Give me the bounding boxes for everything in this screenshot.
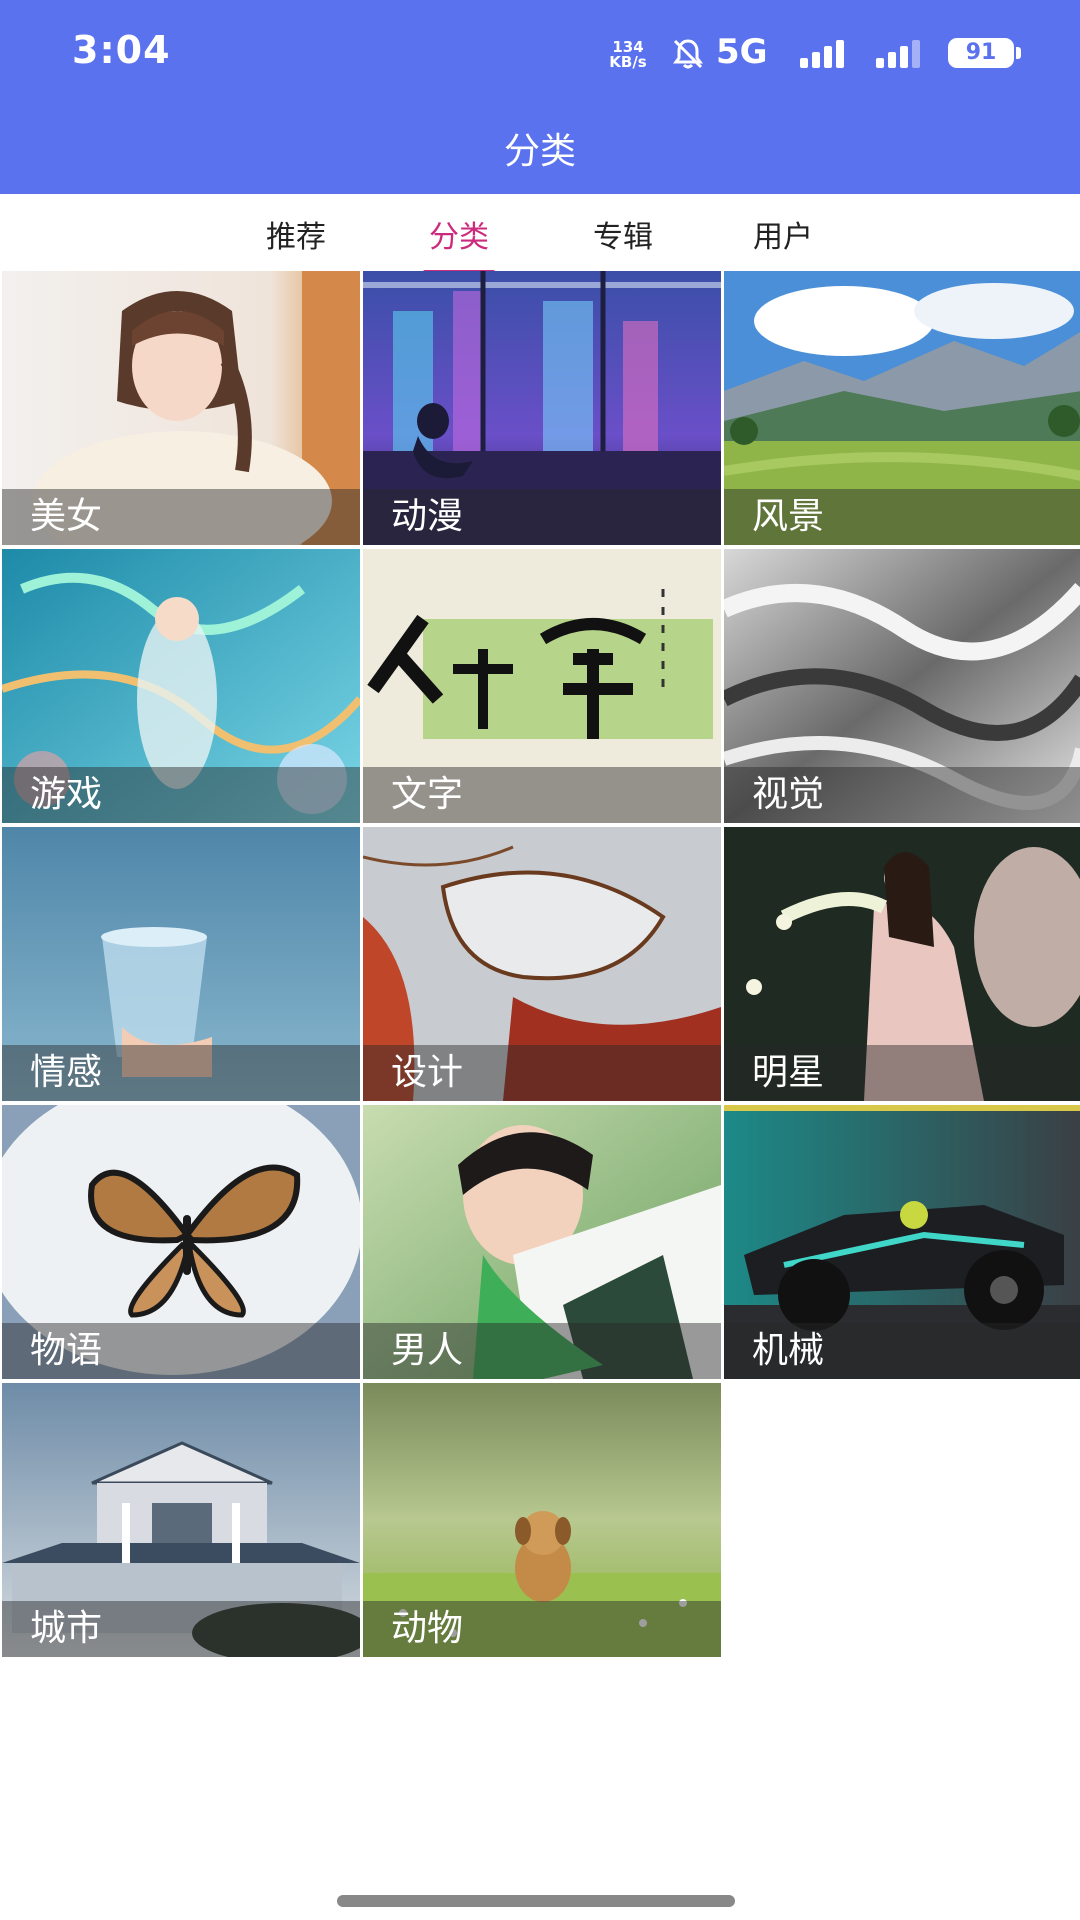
category-label: 游戏 — [30, 774, 103, 815]
category-label: 明星 — [752, 1052, 825, 1093]
caption-bar: 美女 — [2, 489, 360, 545]
caption-bar: 动物 — [363, 1601, 721, 1657]
battery-icon: 91 — [948, 38, 1014, 68]
category-tile[interactable]: 风景 — [724, 271, 1080, 545]
category-tile[interactable]: 游戏 — [2, 549, 360, 823]
category-tile[interactable]: 物语 — [2, 1105, 360, 1379]
category-tile[interactable]: 机械 — [724, 1105, 1080, 1379]
category-tile[interactable]: 明星 — [724, 827, 1080, 1101]
home-indicator[interactable] — [337, 1895, 735, 1907]
category-tile[interactable]: 情感 — [2, 827, 360, 1101]
tab-label: 分类 — [429, 220, 489, 255]
signal-icon — [800, 40, 844, 68]
category-label: 动物 — [391, 1608, 464, 1649]
tab-label: 推荐 — [266, 220, 326, 255]
caption-bar: 明星 — [724, 1045, 1080, 1101]
category-label: 物语 — [30, 1330, 103, 1371]
category-tile[interactable]: 文字 — [363, 549, 721, 823]
category-label: 设计 — [391, 1052, 464, 1093]
tab-user[interactable]: 用户 — [743, 212, 823, 272]
tab-recommend[interactable]: 推荐 — [256, 212, 336, 272]
category-tile[interactable]: 男人 — [363, 1105, 721, 1379]
caption-bar: 游戏 — [2, 767, 360, 823]
network-type: 5G — [716, 32, 768, 72]
caption-bar: 文字 — [363, 767, 721, 823]
battery-level: 91 — [965, 40, 997, 65]
network-speed-unit: KB/s — [609, 53, 647, 71]
caption-bar: 男人 — [363, 1323, 721, 1379]
category-label: 男人 — [391, 1330, 464, 1371]
caption-bar: 物语 — [2, 1323, 360, 1379]
caption-bar: 动漫 — [363, 489, 721, 545]
network-speed: 134 KB/s — [602, 40, 654, 70]
category-tile[interactable]: 动漫 — [363, 271, 721, 545]
bell-muted-icon — [673, 39, 703, 69]
caption-bar: 城市 — [2, 1601, 360, 1657]
category-label: 文字 — [391, 774, 464, 815]
category-tile[interactable]: 城市 — [2, 1383, 360, 1657]
page-title: 分类 — [503, 131, 576, 172]
category-label: 情感 — [30, 1052, 103, 1093]
category-tile[interactable]: 设计 — [363, 827, 721, 1101]
category-label: 视觉 — [752, 774, 825, 815]
tab-album[interactable]: 专辑 — [583, 212, 663, 272]
category-tile[interactable]: 动物 — [363, 1383, 721, 1657]
category-label: 动漫 — [391, 496, 464, 537]
caption-bar: 情感 — [2, 1045, 360, 1101]
caption-bar: 机械 — [724, 1323, 1080, 1379]
battery-tip — [1016, 47, 1021, 59]
category-label: 美女 — [30, 496, 103, 537]
caption-bar: 风景 — [724, 489, 1080, 545]
category-tile[interactable]: 视觉 — [724, 549, 1080, 823]
category-tile[interactable]: 美女 — [2, 271, 360, 545]
category-label: 风景 — [752, 496, 825, 537]
tab-category[interactable]: 分类 — [419, 212, 499, 274]
caption-bar: 视觉 — [724, 767, 1080, 823]
status-time: 3:04 — [72, 28, 171, 72]
caption-bar: 设计 — [363, 1045, 721, 1101]
category-label: 机械 — [752, 1330, 825, 1371]
tab-label: 用户 — [753, 220, 813, 255]
signal-icon — [876, 40, 920, 68]
category-grid: 美女 动漫 风景 游戏 文字 视觉 情感 设计 明星 物语 男人 机械 城市 动… — [2, 271, 1080, 1657]
category-label: 城市 — [30, 1608, 103, 1649]
tab-label: 专辑 — [593, 220, 653, 255]
app-header: 3:04 134 KB/s 5G 91 分类 — [0, 0, 1080, 194]
